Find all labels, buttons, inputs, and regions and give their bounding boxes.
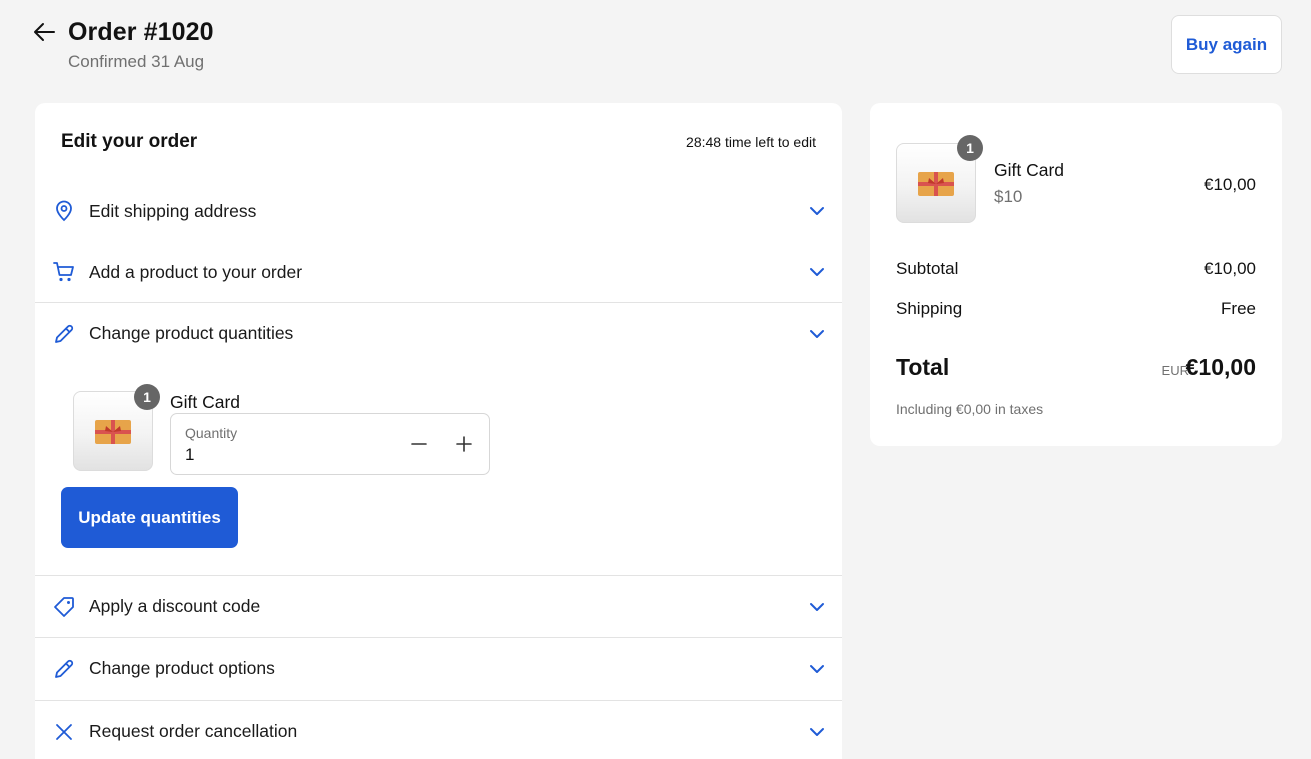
chevron-down-icon [808,723,826,741]
quantity-badge: 1 [134,384,160,410]
section-label: Edit shipping address [89,200,257,221]
update-quantities-button[interactable]: Update quantities [61,487,238,548]
quantity-value[interactable]: 1 [185,445,194,465]
product-name: Gift Card [170,392,241,412]
section-product-options[interactable]: Change product options [35,637,842,699]
back-arrow-icon[interactable] [32,20,58,44]
section-label: Request order cancellation [89,721,298,741]
location-pin-icon [52,199,76,223]
subtotal-label: Subtotal [896,259,959,278]
gift-card-icon [95,420,131,444]
taxes-note: Including €0,00 in taxes [896,401,1044,417]
edit-order-title: Edit your order [61,131,198,152]
chevron-down-icon [808,598,826,616]
page-header: Order #1020 Confirmed 31 Aug Buy again [0,0,1311,100]
edit-order-card: Edit your order 28:48 time left to edit … [35,103,842,759]
section-discount-code[interactable]: Apply a discount code [35,575,842,637]
subtotal-value: €10,00 [1204,259,1256,278]
gift-card-icon [918,172,954,196]
chevron-down-icon [808,202,826,220]
total-value: €10,00 [1185,354,1256,380]
product-variant: $10 [994,187,1023,206]
shipping-label: Shipping [896,299,963,318]
product-price: €10,00 [1204,175,1256,194]
buy-again-button[interactable]: Buy again [1171,15,1282,74]
section-label: Change product quantities [89,323,294,343]
cart-icon [52,260,76,284]
quantity-badge: 1 [957,135,983,161]
section-label: Add a product to your order [89,261,303,282]
shipping-value: Free [1221,299,1256,318]
close-icon [52,720,76,744]
chevron-down-icon [808,325,826,343]
plus-icon[interactable] [453,433,475,455]
section-label: Change product options [89,658,275,678]
order-status: Confirmed 31 Aug [68,52,205,71]
time-left-label: 28:48 time left to edit [686,134,816,150]
tag-icon [52,595,76,619]
section-label: Apply a discount code [89,596,261,616]
section-edit-shipping[interactable]: Edit shipping address [35,180,842,242]
section-add-product[interactable]: Add a product to your order [35,241,842,303]
quantity-label: Quantity [185,425,238,441]
pencil-icon [52,322,76,346]
order-summary-card: 1 Gift Card $10 €10,00 Subtotal €10,00 S… [870,103,1282,446]
minus-icon[interactable] [408,433,430,455]
chevron-down-icon [808,660,826,678]
pencil-icon [52,657,76,681]
product-name: Gift Card [994,160,1065,180]
page-title: Order #1020 [68,18,214,46]
total-label: Total [896,354,950,380]
chevron-down-icon [808,263,826,281]
quantities-panel: 1 Gift Card Quantity 1 Update quantities [35,365,842,575]
section-cancel-order[interactable]: Request order cancellation [35,700,842,759]
section-change-quantities[interactable]: Change product quantities [35,302,842,364]
quantity-stepper[interactable]: Quantity 1 [170,413,490,475]
